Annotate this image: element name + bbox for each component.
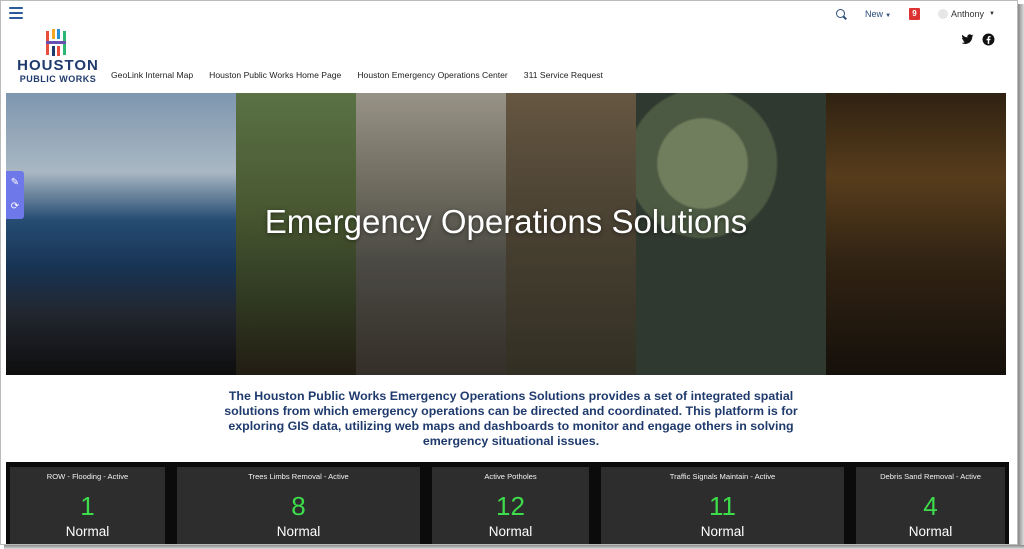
hero-title: Emergency Operations Solutions: [264, 203, 748, 240]
caret-down-icon: ▼: [989, 11, 995, 17]
edit-icon[interactable]: ✎: [6, 171, 24, 195]
user-menu-button[interactable]: Anthony ▼: [938, 9, 995, 19]
stat-card-trees-limbs-removal[interactable]: Trees Limbs Removal - Active 8 Normal: [177, 467, 420, 544]
twitter-icon[interactable]: [961, 33, 974, 46]
stat-label: Debris Sand Removal - Active: [880, 472, 981, 481]
stat-card-row-flooding[interactable]: ROW - Flooding - Active 1 Normal: [10, 467, 165, 544]
stat-value: 1: [80, 491, 95, 521]
logo-mark-icon: [46, 29, 66, 56]
side-toolbar: ✎ ⟳: [6, 171, 24, 219]
main-nav: GeoLink Internal Map Houston Public Work…: [111, 70, 603, 80]
logo-text-houston: HOUSTON: [17, 57, 99, 74]
logo-text-public-works: PUBLIC WORKS: [19, 74, 97, 84]
stat-label: ROW - Flooding - Active: [46, 472, 129, 481]
hamburger-menu-icon[interactable]: [9, 7, 23, 19]
stat-status: Normal: [700, 524, 745, 539]
share-icon[interactable]: ⟳: [6, 195, 24, 219]
stat-status: Normal: [276, 524, 321, 539]
stat-value: 11: [709, 491, 736, 521]
status-dashboard: ROW - Flooding - Active 1 Normal Trees L…: [6, 462, 1009, 544]
stat-card-debris-sand-removal[interactable]: Debris Sand Removal - Active 4 Normal: [856, 467, 1005, 544]
stat-card-active-potholes[interactable]: Active Potholes 12 Normal: [432, 467, 589, 544]
avatar: [938, 9, 949, 19]
stat-status: Normal: [908, 524, 953, 539]
new-menu-button[interactable]: New ▼: [865, 9, 891, 19]
stat-value: 12: [496, 491, 525, 521]
nav-link-geolink-internal-map[interactable]: GeoLink Internal Map: [111, 70, 193, 80]
nav-link-emergency-operations-center[interactable]: Houston Emergency Operations Center: [357, 70, 507, 80]
caret-down-icon: ▼: [885, 13, 892, 19]
stat-status: Normal: [65, 524, 110, 539]
user-name: Anthony: [951, 9, 985, 19]
hero-banner: Emergency Operations Solutions: [6, 93, 1006, 375]
stat-value: 8: [291, 491, 306, 521]
page-shadow-right: [1018, 4, 1024, 549]
stat-value: 4: [923, 491, 938, 521]
intro-text: The Houston Public Works Emergency Opera…: [224, 389, 798, 448]
stat-label: Trees Limbs Removal - Active: [248, 472, 349, 481]
houston-public-works-logo[interactable]: HOUSTON PUBLIC WORKS: [13, 29, 103, 85]
nav-link-311-service-request[interactable]: 311 Service Request: [524, 70, 603, 80]
stat-status: Normal: [488, 524, 533, 539]
nav-link-hpw-home-page[interactable]: Houston Public Works Home Page: [209, 70, 341, 80]
stat-label: Traffic Signals Maintain - Active: [669, 472, 776, 481]
top-right-toolbar: New ▼ 9 Anthony ▼: [836, 5, 995, 23]
new-menu-label: New: [865, 9, 884, 19]
page-shadow-bottom: [4, 545, 1024, 549]
social-links: [961, 33, 995, 46]
browser-page: New ▼ 9 Anthony ▼ HOUSTON PUBLIC WORKS Geo…: [0, 0, 1018, 545]
stat-card-traffic-signals-maintain[interactable]: Traffic Signals Maintain - Active 11 Nor…: [601, 467, 844, 544]
search-icon[interactable]: [836, 8, 847, 20]
notification-badge[interactable]: 9: [909, 8, 921, 20]
facebook-icon[interactable]: [982, 33, 995, 46]
stat-label: Active Potholes: [484, 472, 537, 481]
